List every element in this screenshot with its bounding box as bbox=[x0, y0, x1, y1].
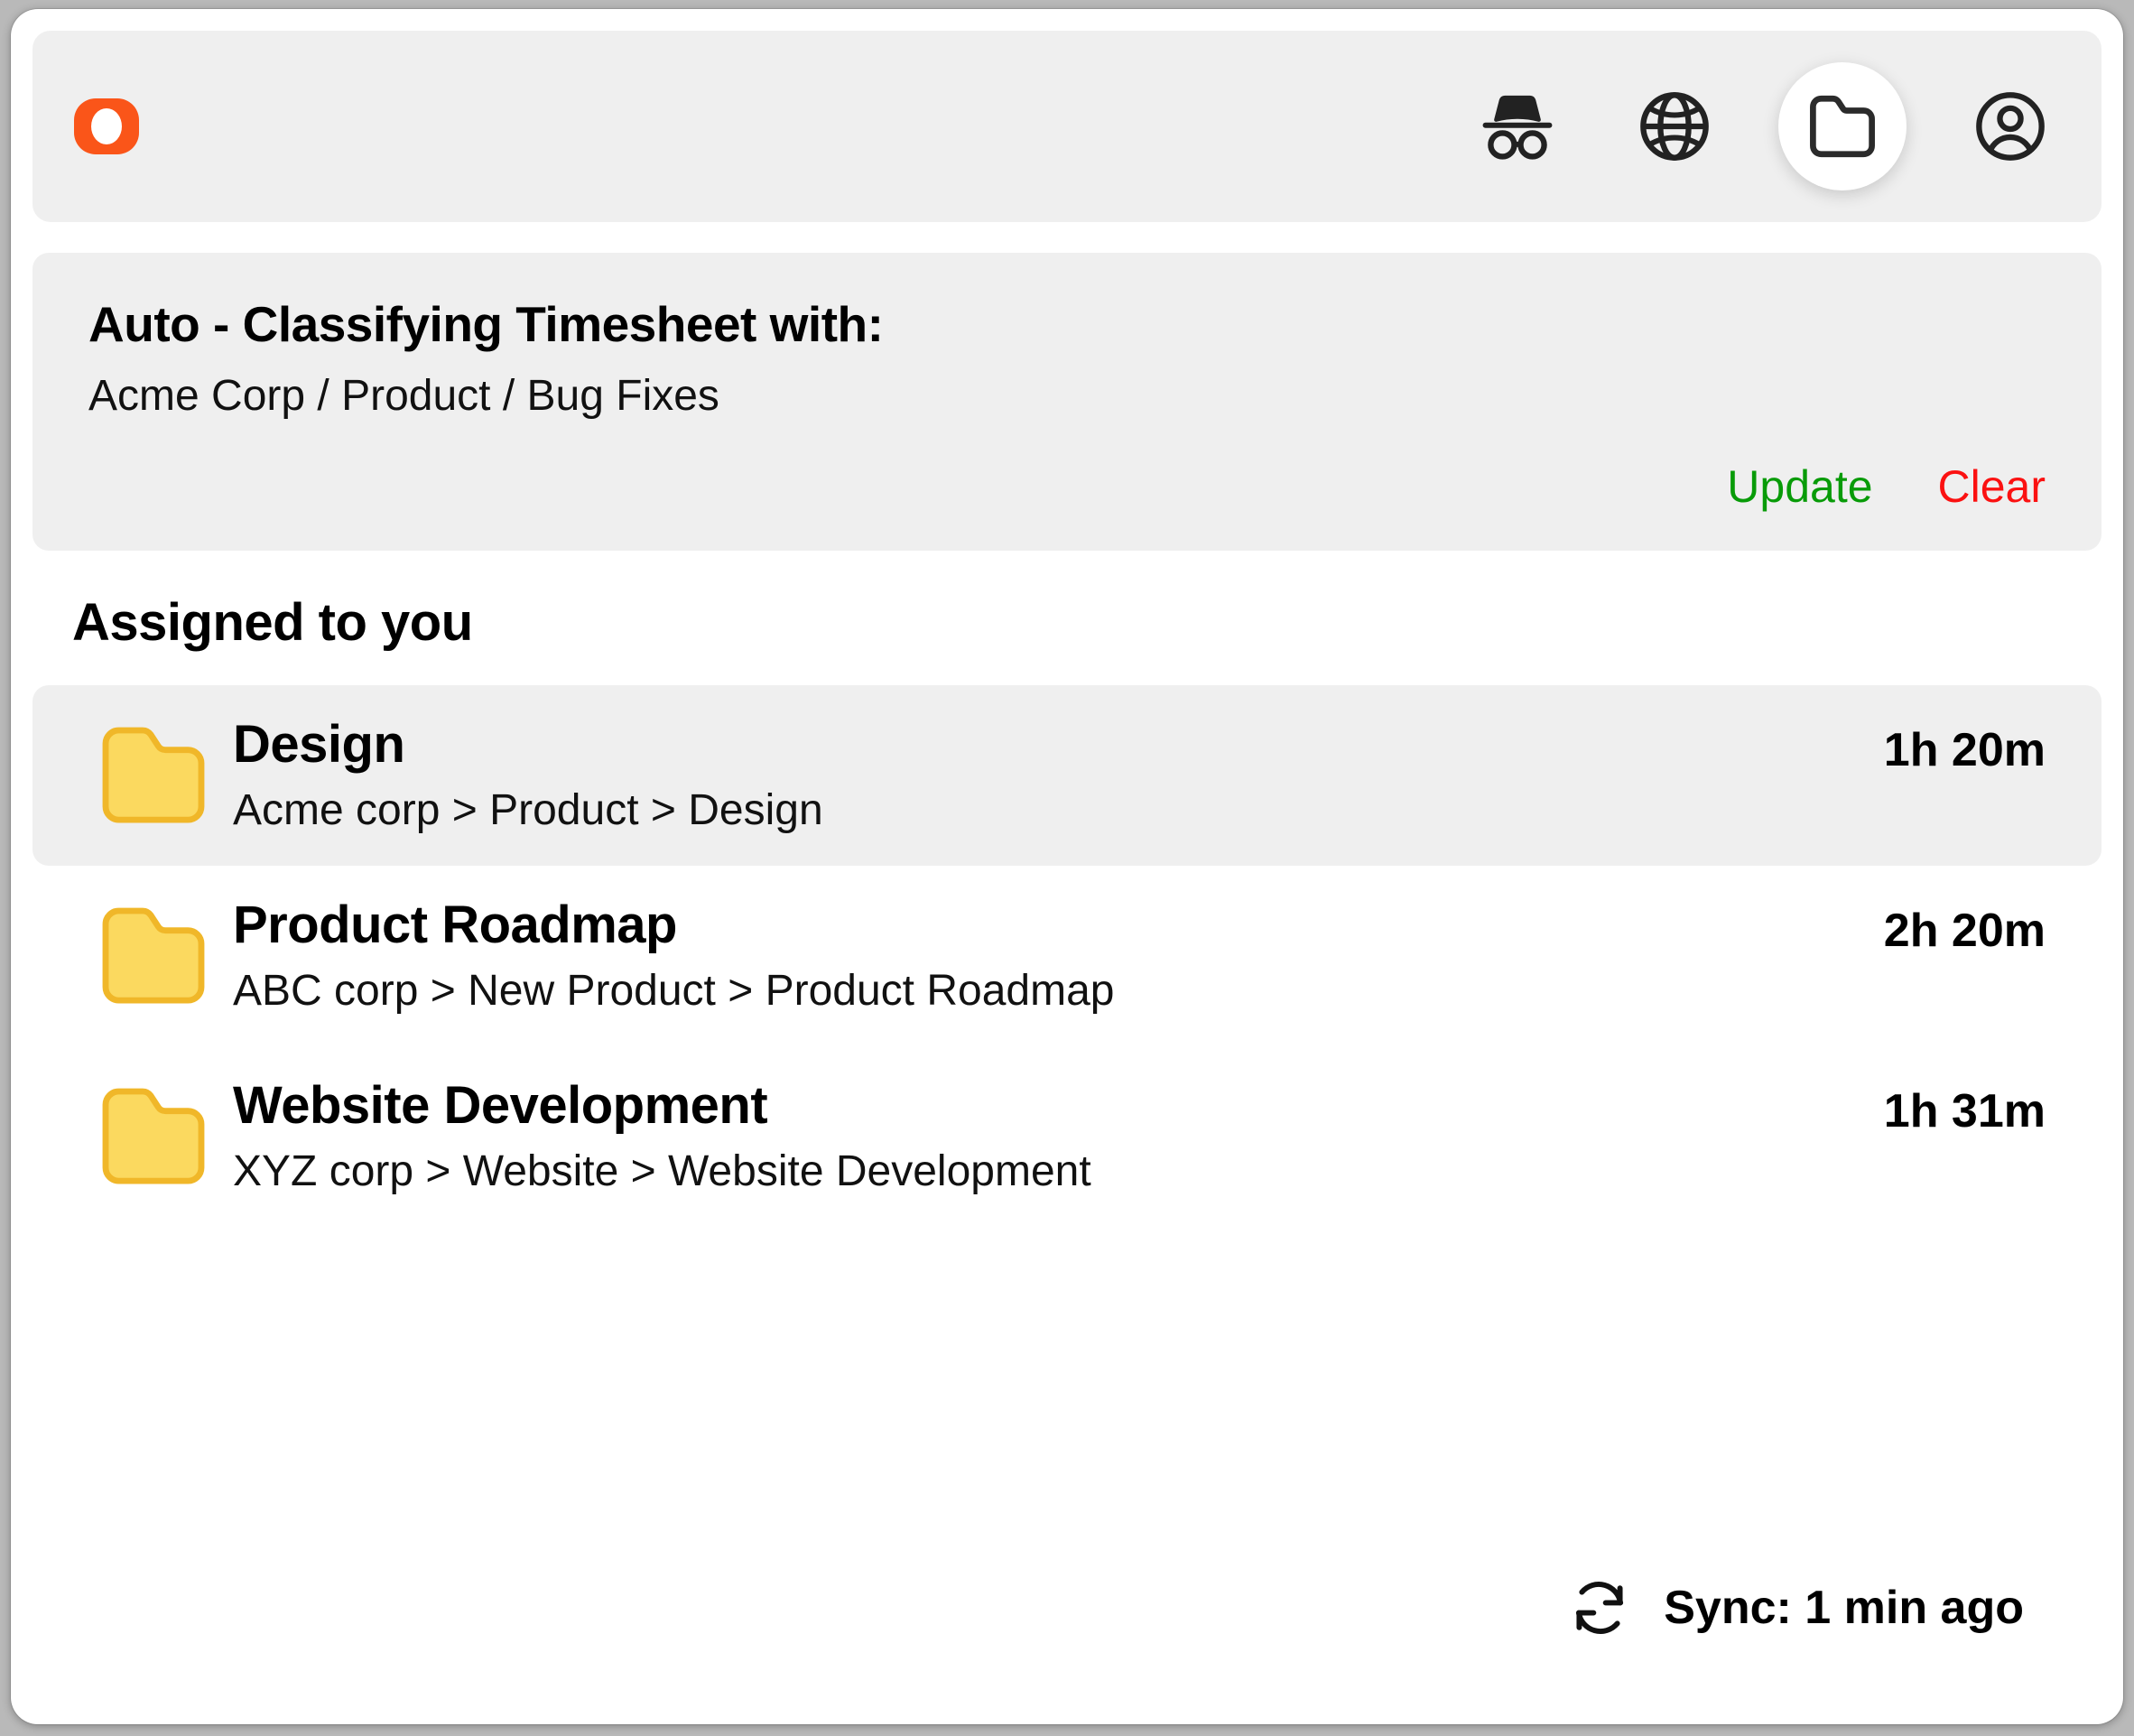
task-name: Design bbox=[233, 717, 1857, 774]
task-path: ABC corp > New Product > Product Roadmap bbox=[233, 969, 1857, 1014]
task-path: XYZ corp > Website > Website Development bbox=[233, 1149, 1857, 1194]
task-duration: 2h 20m bbox=[1884, 896, 2046, 958]
app-window: Auto - Classifying Timesheet with: Acme … bbox=[11, 9, 2123, 1724]
top-navigation-bar bbox=[32, 31, 2102, 222]
sync-refresh-icon[interactable] bbox=[1566, 1574, 1633, 1641]
folder-icon bbox=[1804, 89, 1881, 163]
sync-status-bar: Sync: 1 min ago bbox=[11, 1574, 2123, 1724]
clear-button[interactable]: Clear bbox=[1938, 460, 2046, 513]
task-details: Website Development XYZ corp > Website >… bbox=[233, 1078, 1857, 1194]
assigned-task-list: Design Acme corp > Product > Design 1h 2… bbox=[11, 685, 2123, 1227]
incognito-icon bbox=[1479, 93, 1556, 160]
auto-classify-card: Auto - Classifying Timesheet with: Acme … bbox=[32, 253, 2102, 551]
nav-icon-group bbox=[1464, 62, 2064, 190]
task-name: Website Development bbox=[233, 1078, 1857, 1135]
globe-icon bbox=[1638, 89, 1712, 163]
orange-circle-logo bbox=[74, 98, 139, 154]
classify-actions: Update Clear bbox=[1727, 460, 2046, 513]
task-duration: 1h 20m bbox=[1884, 716, 2046, 777]
task-row[interactable]: Website Development XYZ corp > Website >… bbox=[32, 1046, 2102, 1227]
account-icon bbox=[1973, 89, 2047, 163]
classify-path: Acme Corp / Product / Bug Fixes bbox=[88, 375, 2047, 418]
task-duration: 1h 31m bbox=[1884, 1077, 2046, 1138]
task-path: Acme corp > Product > Design bbox=[233, 788, 1857, 833]
task-name: Product Roadmap bbox=[233, 897, 1857, 954]
folder-icon bbox=[94, 718, 213, 833]
nav-item-incognito[interactable] bbox=[1464, 73, 1571, 180]
folder-icon bbox=[94, 1079, 213, 1194]
folder-icon bbox=[94, 898, 213, 1014]
logo-inner-dot bbox=[91, 108, 122, 144]
nav-item-account[interactable] bbox=[1957, 73, 2064, 180]
task-row[interactable]: Product Roadmap ABC corp > New Product >… bbox=[32, 866, 2102, 1046]
task-details: Product Roadmap ABC corp > New Product >… bbox=[233, 897, 1857, 1014]
sync-status-text: Sync: 1 min ago bbox=[1664, 1581, 2024, 1635]
nav-item-web[interactable] bbox=[1621, 73, 1728, 180]
nav-item-projects[interactable] bbox=[1778, 62, 1907, 190]
task-row[interactable]: Design Acme corp > Product > Design 1h 2… bbox=[32, 685, 2102, 866]
update-button[interactable]: Update bbox=[1727, 460, 1872, 513]
assigned-heading: Assigned to you bbox=[72, 592, 2123, 653]
classify-title: Auto - Classifying Timesheet with: bbox=[88, 300, 2047, 349]
task-details: Design Acme corp > Product > Design bbox=[233, 717, 1857, 833]
